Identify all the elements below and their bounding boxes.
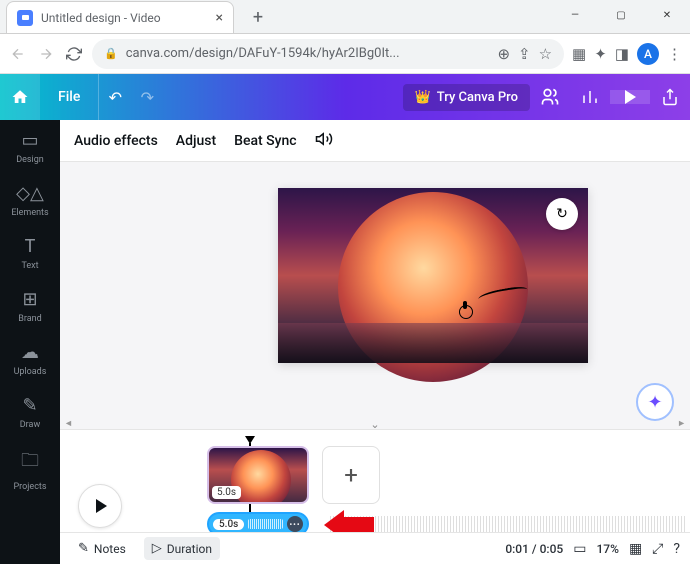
file-menu[interactable]: File — [40, 74, 99, 120]
browser-toolbar: 🔒 canva.com/design/DAFuY-1594k/hyAr2IBg0… — [0, 34, 690, 74]
try-pro-button[interactable]: 👑Try Canva Pro — [403, 84, 530, 111]
notes-button[interactable]: ✎Notes — [70, 537, 134, 560]
minimize-icon[interactable]: — — [552, 0, 598, 30]
close-icon[interactable]: ✕ — [644, 0, 690, 30]
bookmark-icon[interactable]: ☆ — [539, 45, 552, 63]
canva-favicon — [17, 10, 33, 26]
tab-title: Untitled design - Video — [41, 11, 210, 25]
notes-icon: ✎ — [78, 541, 89, 556]
projects-icon: 🗀 — [21, 448, 39, 478]
maximize-icon[interactable]: ▢ — [598, 0, 644, 30]
undo-button[interactable]: ↶ — [99, 88, 131, 107]
collaborators-icon[interactable] — [530, 87, 570, 107]
context-toolbar: Audio effects Adjust Beat Sync — [60, 120, 690, 162]
present-button[interactable] — [610, 90, 650, 104]
audio-effects-button[interactable]: Audio effects — [74, 133, 158, 149]
canvas-area[interactable]: ↻ ✦ ◄► ⌄ — [60, 162, 690, 429]
adjust-button[interactable]: Adjust — [176, 133, 216, 149]
sidebar-item-text[interactable]: TText — [0, 236, 60, 271]
sidebar-item-elements[interactable]: ◇△Elements — [0, 183, 60, 218]
sidebar-item-brand[interactable]: ⊞Brand — [0, 289, 60, 324]
forward-icon[interactable] — [36, 44, 56, 64]
audio-waveform — [248, 519, 283, 529]
reload-icon[interactable] — [64, 44, 84, 64]
redo-button[interactable]: ↷ — [131, 88, 163, 107]
uploads-icon: ☁ — [21, 342, 39, 363]
cyclist-silhouette — [453, 293, 479, 319]
browser-tab[interactable]: Untitled design - Video × — [6, 1, 234, 33]
design-icon: ▭ — [21, 130, 38, 151]
left-sidepanel: ▭Design ◇△Elements TText ⊞Brand ☁Uploads… — [0, 120, 60, 564]
clip-duration-badge: 5.0s — [212, 486, 241, 499]
beat-sync-button[interactable]: Beat Sync — [234, 133, 296, 149]
app-body: ▭Design ◇△Elements TText ⊞Brand ☁Uploads… — [0, 120, 690, 564]
share-url-icon[interactable]: ⇪ — [518, 45, 531, 63]
duration-button[interactable]: ▷Duration — [144, 537, 220, 560]
grid-view-icon[interactable]: ▦ — [629, 541, 642, 557]
regenerate-button[interactable]: ↻ — [546, 198, 578, 230]
elements-icon: ◇△ — [16, 183, 44, 204]
search-url-icon[interactable]: ⊕ — [497, 45, 510, 63]
canva-header: File ↶ ↷ 👑Try Canva Pro — [0, 74, 690, 120]
lock-icon: 🔒 — [104, 47, 118, 60]
browser-titlebar: Untitled design - Video × + — ▢ ✕ — [0, 0, 690, 34]
video-frame[interactable]: ↻ — [278, 188, 588, 363]
audio-more-icon[interactable]: ••• — [287, 516, 303, 532]
window-controls: — ▢ ✕ — [552, 0, 690, 30]
sidebar-item-projects[interactable]: 🗀Projects — [0, 448, 60, 492]
home-button[interactable] — [0, 74, 40, 120]
text-icon: T — [25, 236, 36, 257]
tab-close-icon[interactable]: × — [216, 10, 223, 26]
url-text: canva.com/design/DAFuY-1594k/hyAr2IBg0It… — [126, 46, 490, 61]
help-icon[interactable]: ? — [673, 541, 680, 557]
back-icon[interactable] — [8, 44, 28, 64]
volume-icon[interactable] — [315, 130, 333, 152]
fullscreen-icon[interactable]: ⤢ — [652, 541, 663, 557]
analytics-icon[interactable] — [570, 88, 610, 106]
magic-button[interactable]: ✦ — [636, 383, 674, 421]
new-tab-button[interactable]: + — [244, 3, 272, 31]
playback-time: 0:01 / 0:05 — [505, 542, 563, 556]
zoom-level[interactable]: 17% — [596, 542, 618, 556]
pages-icon[interactable]: ▭ — [573, 541, 586, 557]
reader-icon[interactable]: ▦ — [572, 45, 586, 63]
profile-avatar[interactable]: A — [637, 43, 659, 65]
address-bar[interactable]: 🔒 canva.com/design/DAFuY-1594k/hyAr2IBg0… — [92, 39, 564, 69]
bottom-bar: ✎Notes ▷Duration 0:01 / 0:05 ▭ 17% ▦ ⤢ ? — [60, 532, 690, 564]
chrome-menu-icon[interactable]: ⋮ — [667, 45, 682, 63]
main-area: Audio effects Adjust Beat Sync ↻ ✦ ◄► ⌄ — [60, 120, 690, 564]
collapse-chevron-icon[interactable]: ⌄ — [370, 418, 379, 429]
sidepanel-icon[interactable]: ◨ — [615, 45, 629, 63]
extensions-icon[interactable]: ✦ — [594, 45, 607, 63]
sidebar-item-uploads[interactable]: ☁Uploads — [0, 342, 60, 377]
play-button[interactable] — [78, 484, 122, 528]
reflection-graphic — [278, 323, 588, 363]
sidebar-item-draw[interactable]: ✎Draw — [0, 395, 60, 430]
duration-icon: ▷ — [152, 541, 162, 556]
brand-icon: ⊞ — [22, 289, 37, 310]
video-clip[interactable]: 5.0s — [207, 446, 309, 504]
draw-icon: ✎ — [22, 395, 37, 416]
add-page-button[interactable]: + — [322, 446, 380, 504]
share-icon[interactable] — [650, 88, 690, 106]
crown-icon: 👑 — [415, 90, 431, 105]
audio-duration-badge: 5.0s — [213, 519, 244, 530]
sidebar-item-design[interactable]: ▭Design — [0, 130, 60, 165]
